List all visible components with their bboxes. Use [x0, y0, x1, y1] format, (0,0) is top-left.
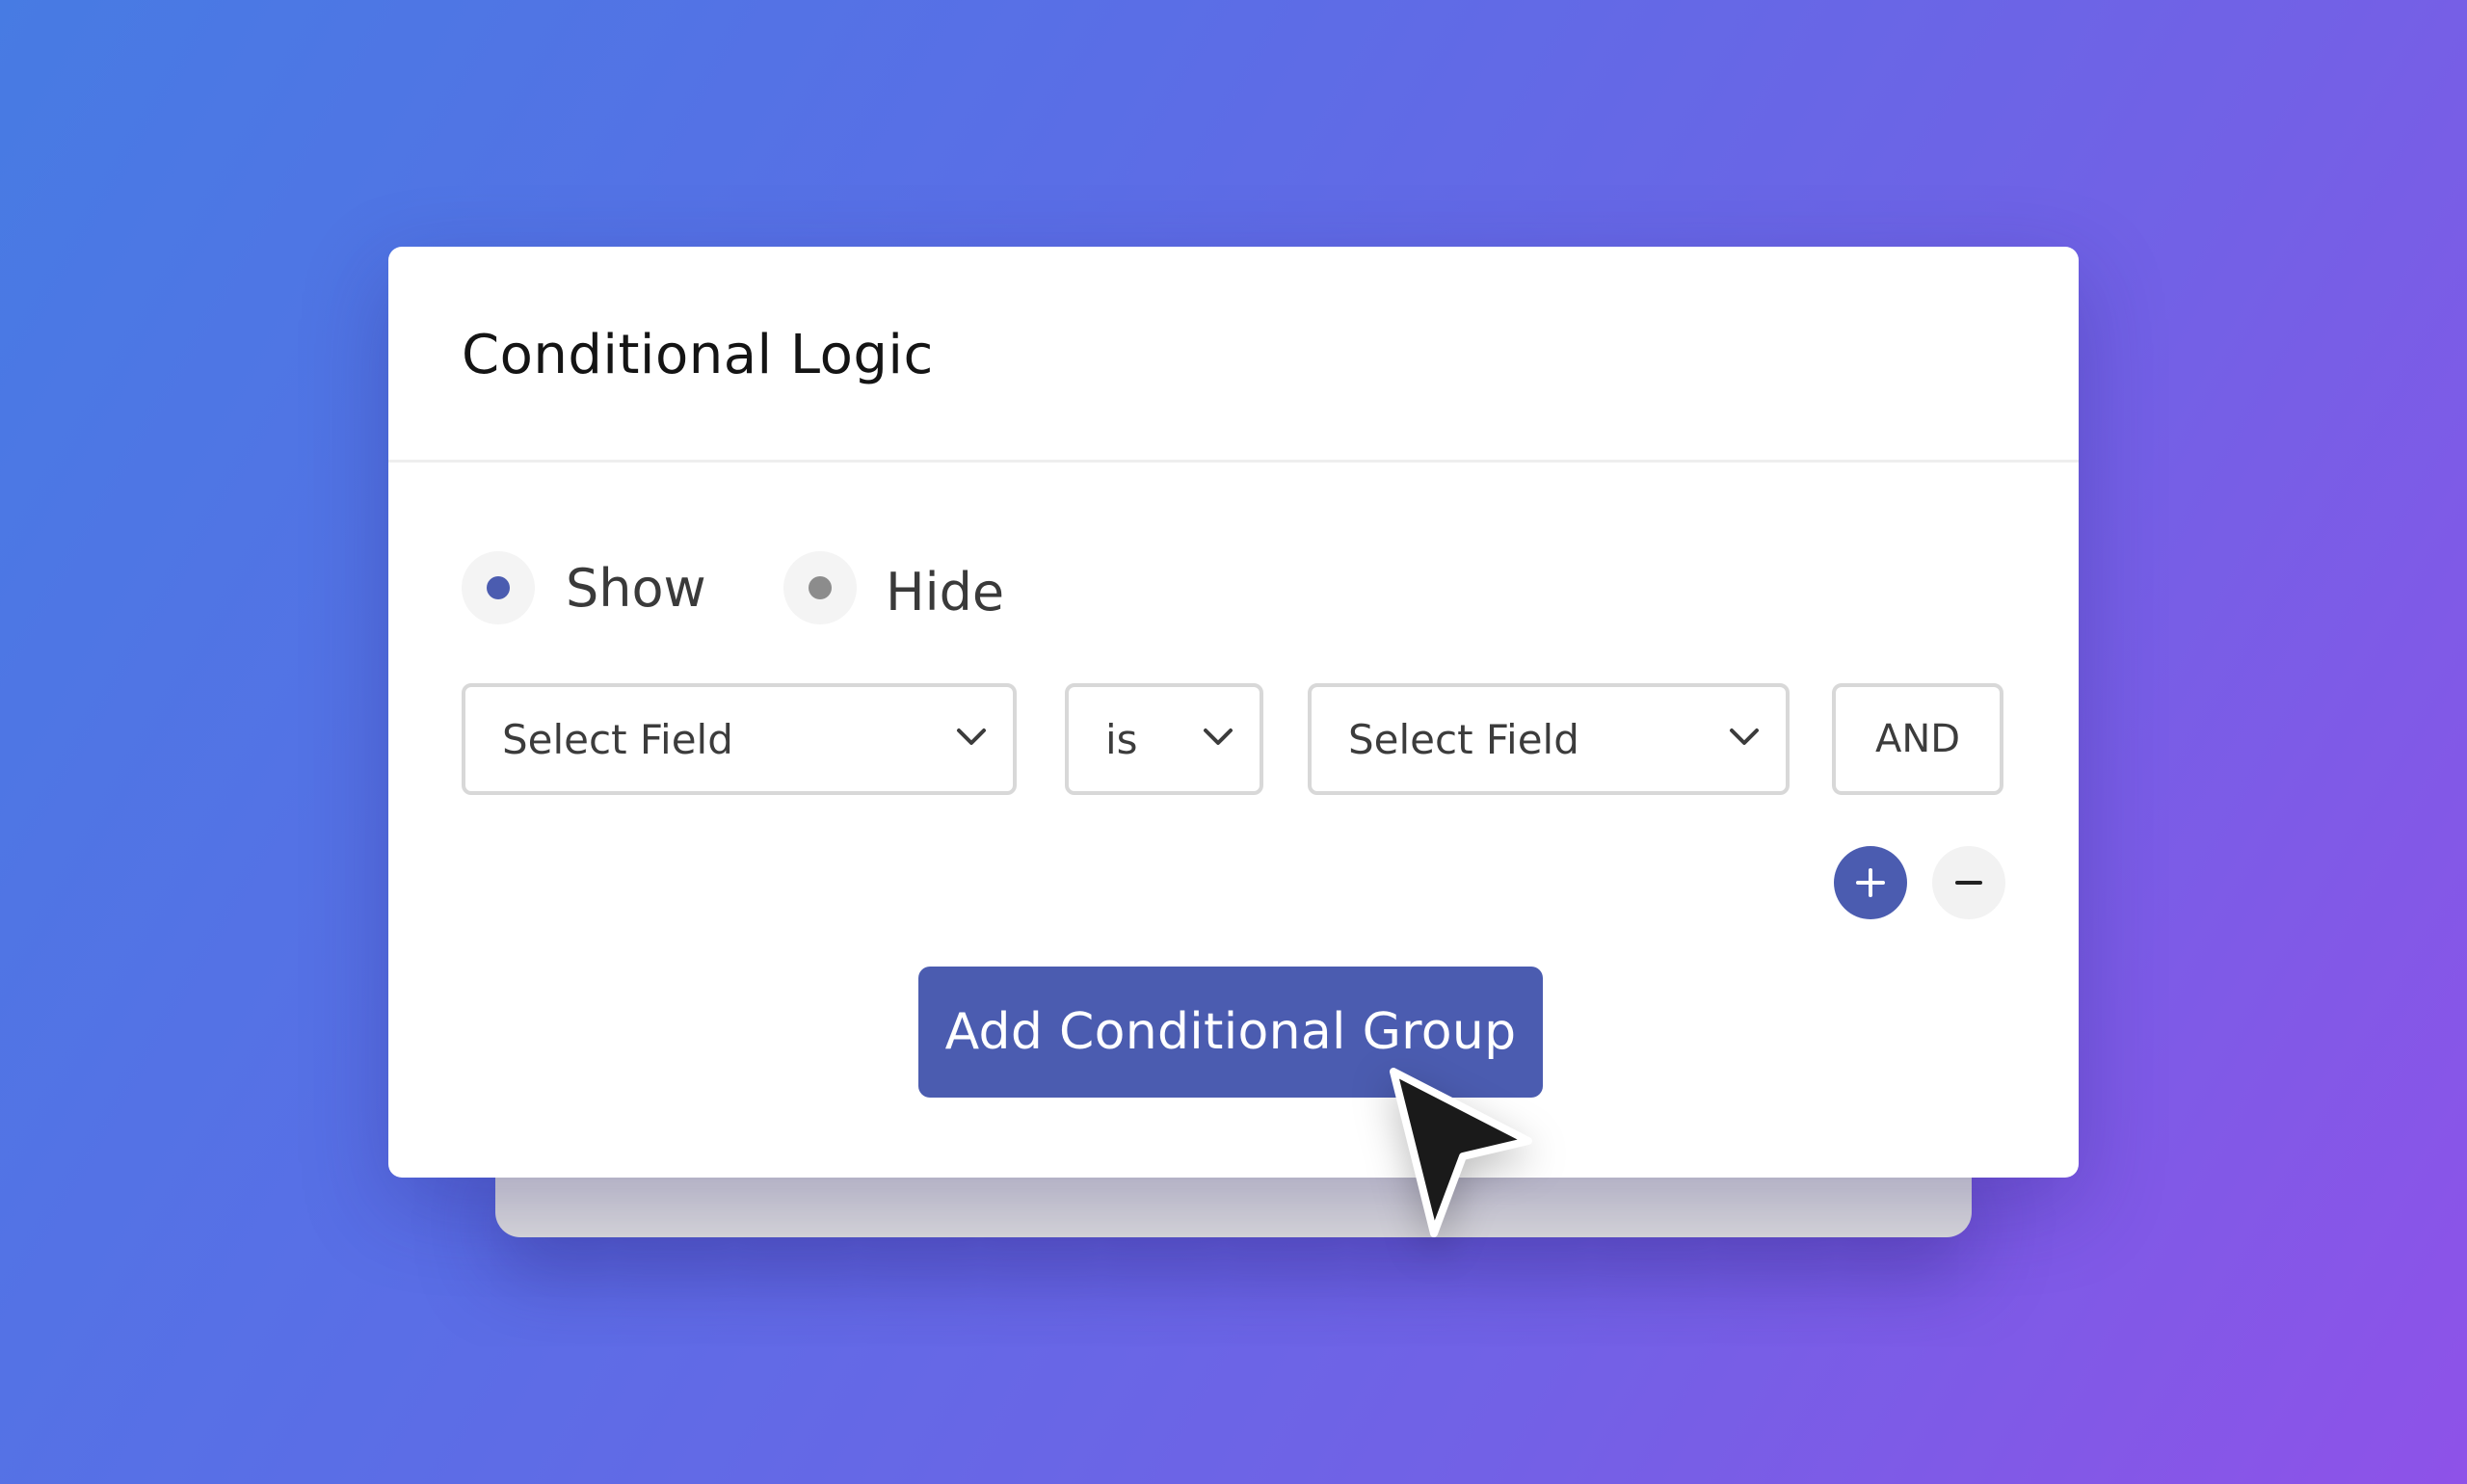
radio-selected-dot [487, 576, 510, 599]
mouse-pointer-icon [1390, 1068, 1532, 1237]
field-select[interactable]: Select Field [462, 683, 1017, 795]
value-select-value: Select Field [1348, 715, 1579, 763]
radio-show[interactable]: Show [462, 551, 706, 624]
operator-select[interactable]: is [1065, 683, 1263, 795]
radio-hide[interactable]: Hide [783, 551, 1004, 624]
value-select[interactable]: Select Field [1308, 683, 1790, 795]
radio-show-circle[interactable] [462, 551, 535, 624]
radio-show-label: Show [566, 557, 706, 619]
radio-unselected-dot [809, 576, 832, 599]
plus-icon [1856, 868, 1885, 897]
field-select-value: Select Field [502, 715, 733, 763]
remove-rule-button[interactable] [1932, 846, 2005, 919]
operator-select-value: is [1105, 715, 1138, 763]
radio-hide-label: Hide [886, 561, 1005, 623]
panel-title: Conditional Logic [462, 324, 934, 386]
chevron-down-icon [1204, 729, 1233, 745]
add-rule-button[interactable] [1834, 846, 1907, 919]
conditional-logic-panel: Conditional Logic Show Hide Select Field… [388, 247, 2079, 1178]
panel-header: Conditional Logic [388, 247, 2079, 463]
logic-operator-button[interactable]: AND [1832, 683, 2003, 795]
chevron-down-icon [1730, 729, 1759, 745]
radio-hide-circle[interactable] [783, 551, 857, 624]
chevron-down-icon [957, 729, 986, 745]
minus-icon [1955, 881, 1982, 885]
